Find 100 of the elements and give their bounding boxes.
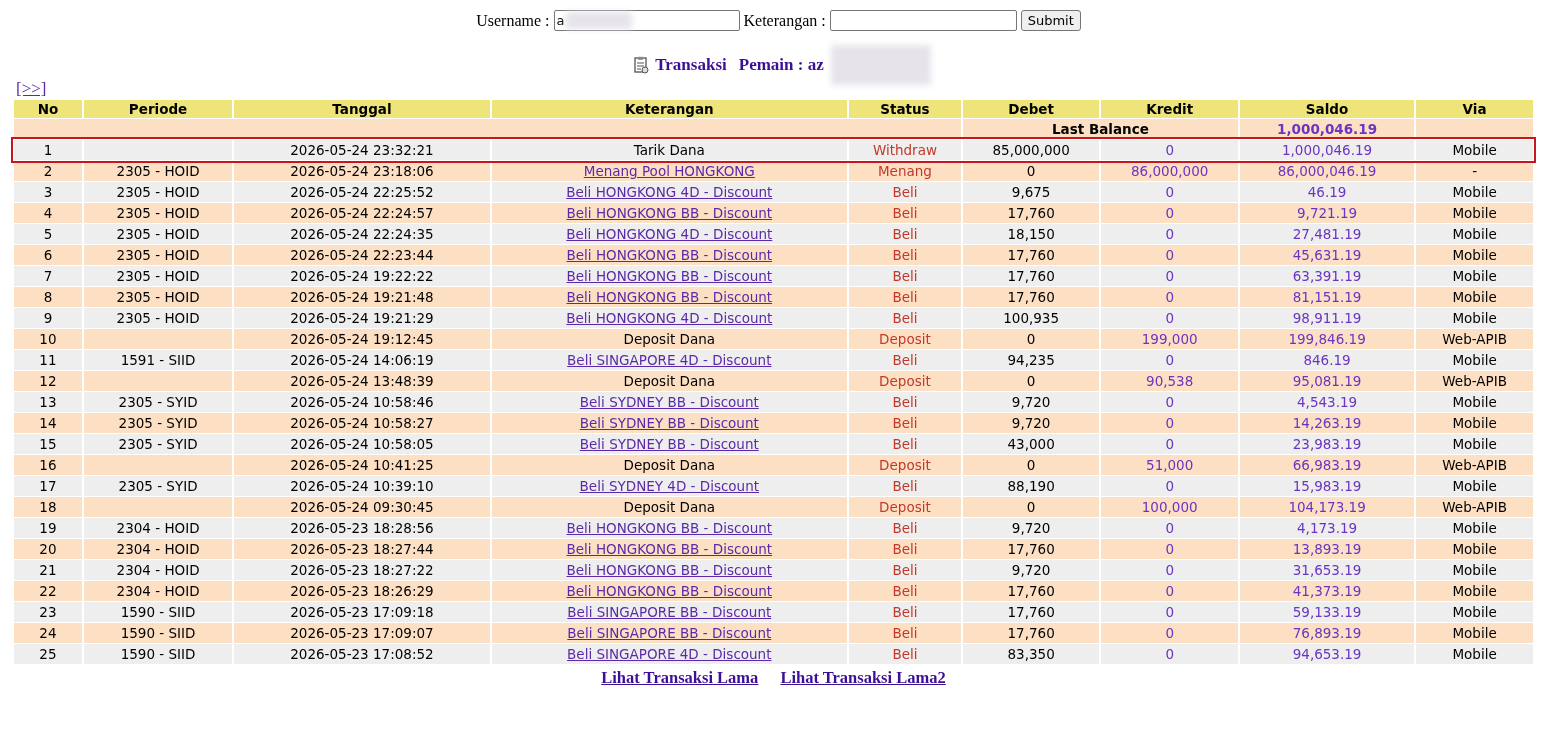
table-cell: 2304 - HOID — [83, 539, 233, 559]
table-cell: 88,190 — [962, 476, 1100, 496]
table-cell: Web-APIB — [1416, 455, 1533, 475]
table-cell: 0 — [1101, 623, 1238, 643]
table-cell: Tarik Dana — [491, 140, 847, 160]
table-cell: 16 — [14, 455, 82, 475]
table-cell: 23 — [14, 602, 82, 622]
table-cell: 0 — [1101, 182, 1238, 202]
table-cell: 2304 - HOID — [83, 581, 233, 601]
keterangan-label: Keterangan : — [743, 11, 826, 30]
column-header: Status — [849, 100, 961, 118]
old-transactions-link[interactable]: Lihat Transaksi Lama2 — [780, 668, 946, 688]
table-cell: 17,760 — [962, 266, 1100, 286]
table-cell: Web-APIB — [1416, 497, 1533, 517]
table-cell: 4,543.19 — [1239, 392, 1415, 412]
table-cell: 10 — [14, 329, 82, 349]
old-transactions-link[interactable]: Lihat Transaksi Lama — [601, 668, 759, 688]
table-cell: Mobile — [1416, 224, 1533, 244]
table-cell: Beli — [849, 476, 961, 496]
table-cell: 18,150 — [962, 224, 1100, 244]
submit-button[interactable]: Submit — [1020, 10, 1081, 31]
table-cell: 1590 - SIID — [83, 623, 233, 643]
table-cell: 23,983.19 — [1239, 434, 1415, 454]
table-cell: 2026-05-24 14:06:19 — [234, 350, 490, 370]
table-cell: 2026-05-23 17:09:18 — [234, 602, 490, 622]
table-cell: Beli — [849, 623, 961, 643]
table-cell: 17,760 — [962, 602, 1100, 622]
table-cell: 14,263.19 — [1239, 413, 1415, 433]
table-cell: 2304 - HOID — [83, 560, 233, 580]
table-cell: 51,000 — [1101, 455, 1238, 475]
table-cell: 2026-05-24 10:39:10 — [234, 476, 490, 496]
keterangan-field[interactable] — [829, 10, 1017, 31]
table-cell: 2305 - HOID — [83, 182, 233, 202]
table-cell: 4 — [14, 203, 82, 223]
table-cell: 15,983.19 — [1239, 476, 1415, 496]
table-cell: Beli — [849, 350, 961, 370]
table-cell: 17 — [14, 476, 82, 496]
table-cell: 2026-05-24 10:58:27 — [234, 413, 490, 433]
table-cell: 83,350 — [962, 644, 1100, 664]
table-cell: Mobile — [1416, 644, 1533, 664]
table-cell: 2305 - HOID — [83, 308, 233, 328]
table-cell: 86,000,000 — [1101, 161, 1238, 181]
column-header: Kredit — [1101, 100, 1238, 118]
table-cell: 2305 - HOID — [83, 245, 233, 265]
table-cell: 1 — [14, 140, 82, 160]
table-cell: Mobile — [1416, 476, 1533, 496]
table-cell: 0 — [1101, 581, 1238, 601]
table-cell: 43,000 — [962, 434, 1100, 454]
next-page-link[interactable]: [>>] — [16, 79, 47, 99]
table-cell: 0 — [1101, 602, 1238, 622]
table-cell: Web-APIB — [1416, 329, 1533, 349]
table-cell: 0 — [1101, 434, 1238, 454]
table-cell: 2026-05-24 22:24:57 — [234, 203, 490, 223]
table-cell: Deposit — [849, 497, 961, 517]
table-cell: 5 — [14, 224, 82, 244]
table-cell: 17,760 — [962, 287, 1100, 307]
table-cell: 7 — [14, 266, 82, 286]
table-cell: 2305 - SYID — [83, 413, 233, 433]
table-cell: Withdraw — [849, 140, 961, 160]
table-cell: 86,000,046.19 — [1239, 161, 1415, 181]
table-cell: 2026-05-24 22:23:44 — [234, 245, 490, 265]
table-cell: Deposit — [849, 371, 961, 391]
table-cell: 21 — [14, 560, 82, 580]
table-cell: 0 — [1101, 539, 1238, 559]
table-cell: - — [1416, 161, 1533, 181]
table-cell: 9,720 — [962, 413, 1100, 433]
table-cell: 2026-05-24 19:12:45 — [234, 329, 490, 349]
username-label: Username : — [476, 11, 550, 30]
table-cell: 1,000,046.19 — [1239, 140, 1415, 160]
table-cell: 100,935 — [962, 308, 1100, 328]
table-cell: 13 — [14, 392, 82, 412]
table-cell: 2305 - SYID — [83, 476, 233, 496]
table-cell: 1590 - SIID — [83, 644, 233, 664]
table-cell: 45,631.19 — [1239, 245, 1415, 265]
table-cell: 2 — [14, 161, 82, 181]
table-cell: 76,893.19 — [1239, 623, 1415, 643]
table-cell: 18 — [14, 497, 82, 517]
table-cell: 199,846.19 — [1239, 329, 1415, 349]
table-cell: 2026-05-24 22:24:35 — [234, 224, 490, 244]
table-cell: Web-APIB — [1416, 371, 1533, 391]
table-cell: 2305 - HOID — [83, 224, 233, 244]
table-cell: 2026-05-24 13:48:39 — [234, 371, 490, 391]
table-cell: Beli — [849, 560, 961, 580]
table-cell: 104,173.19 — [1239, 497, 1415, 517]
table-cell: 22 — [14, 581, 82, 601]
table-cell: 0 — [962, 497, 1100, 517]
table-cell: 15 — [14, 434, 82, 454]
table-cell: Mobile — [1416, 287, 1533, 307]
table-cell: 0 — [1101, 560, 1238, 580]
redaction-block — [565, 12, 632, 29]
table-cell: 2304 - HOID — [83, 518, 233, 538]
table-cell: 0 — [1101, 140, 1238, 160]
table-cell: Beli — [849, 602, 961, 622]
table-cell: Beli — [849, 245, 961, 265]
table-cell: 2305 - HOID — [83, 266, 233, 286]
table-cell: 6 — [14, 245, 82, 265]
table-cell: 17,760 — [962, 539, 1100, 559]
table-cell: 0 — [1101, 392, 1238, 412]
column-header: Saldo — [1239, 100, 1415, 118]
table-cell: 9 — [14, 308, 82, 328]
